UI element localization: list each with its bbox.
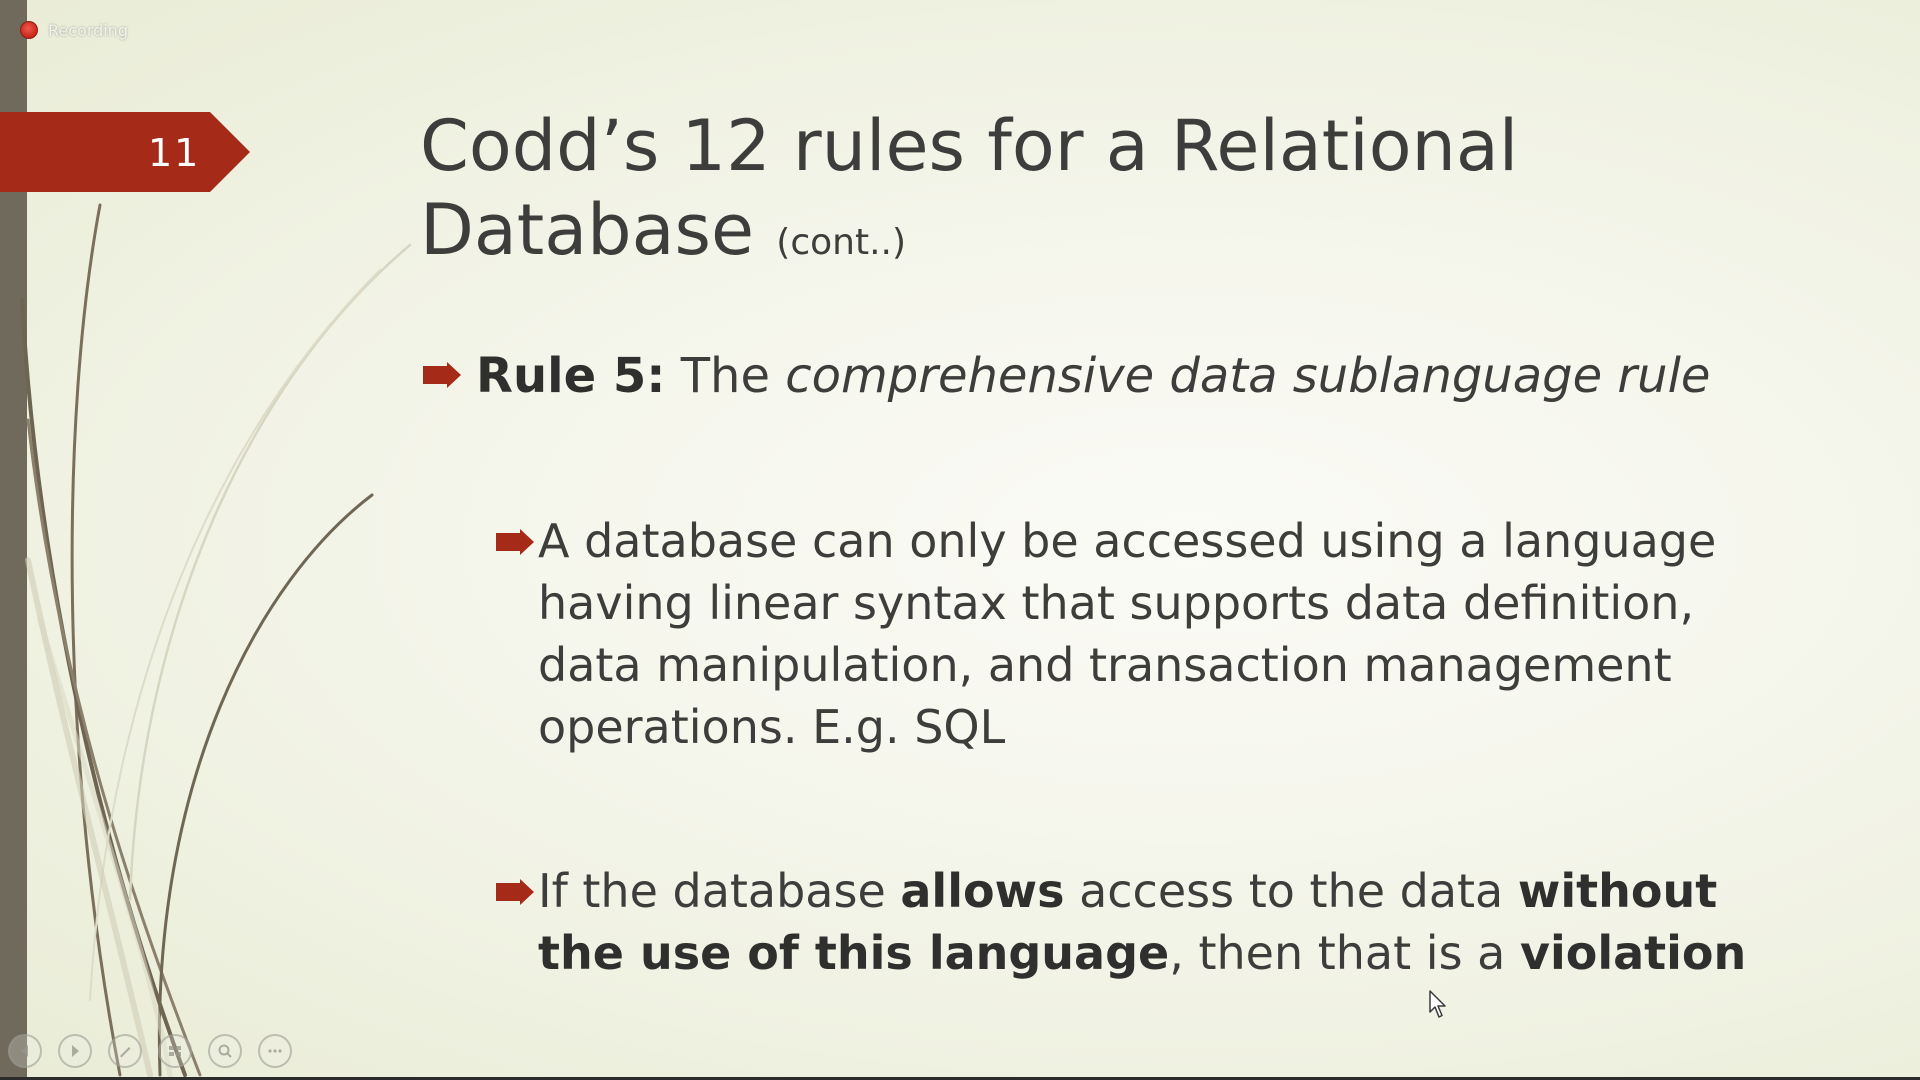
more-options-icon (268, 1049, 282, 1053)
bullet-rule-5: Rule 5: The comprehensive data sublangua… (423, 344, 1863, 408)
arrow-bullet-icon (496, 879, 534, 905)
bullet-text: If the database allows access to the dat… (538, 860, 1816, 984)
slide-number-tag: 11 (0, 112, 252, 192)
arrow-bullet-icon (496, 529, 534, 555)
zoom-icon (218, 1044, 232, 1058)
rule-connector-text: The (665, 348, 786, 404)
bullet-violation: If the database allows access to the dat… (496, 860, 1816, 984)
slides-grid-icon (169, 1046, 181, 1056)
arrow-bullet-icon (423, 362, 461, 388)
text-segment: access to the data (1064, 864, 1518, 918)
see-all-slides-button[interactable] (158, 1034, 192, 1068)
presenter-toolbar (8, 1034, 292, 1068)
bullet-access-language: A database can only be accessed using a … (496, 510, 1816, 758)
pen-icon (120, 1047, 131, 1058)
emphasis-allows: allows (900, 864, 1065, 918)
bullet-text: Rule 5: The comprehensive data sublangua… (476, 344, 1710, 408)
rule-label: Rule 5: (476, 348, 666, 404)
mouse-pointer-icon (1429, 990, 1446, 1018)
emphasis-violation: violation (1519, 926, 1747, 980)
next-icon (72, 1045, 79, 1057)
text-segment: If the database (538, 864, 901, 918)
pen-tool-button[interactable] (108, 1034, 142, 1068)
more-options-button[interactable] (258, 1034, 292, 1068)
previous-slide-button[interactable] (8, 1034, 42, 1068)
recording-dot-icon (20, 21, 38, 39)
zoom-button[interactable] (208, 1034, 242, 1068)
recording-indicator: Recording (20, 20, 128, 40)
text-segment: , then that is a (1169, 926, 1520, 980)
rule-name: comprehensive data sublanguage rule (785, 348, 1711, 404)
slide-number: 11 (148, 131, 201, 175)
slide-title-suffix: (cont..) (776, 222, 907, 263)
slide-title: Codd’s 12 rules for a Relational Databas… (420, 104, 1820, 285)
recording-label: Recording (48, 20, 129, 40)
bullet-text: A database can only be accessed using a … (538, 514, 1717, 754)
slide-title-main: Codd’s 12 rules for a Relational Databas… (420, 105, 1519, 271)
previous-icon (21, 1045, 28, 1057)
next-slide-button[interactable] (58, 1034, 92, 1068)
presentation-slide: 11 Recording Codd’s 12 rules for a Relat… (0, 0, 1920, 1080)
